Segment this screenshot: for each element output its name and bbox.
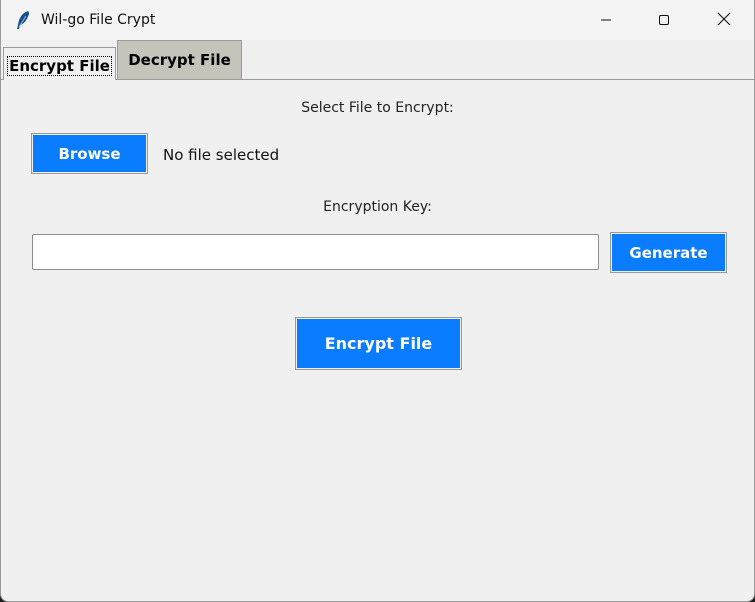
encryption-key-label: Encryption Key: bbox=[323, 199, 432, 215]
maximize-button[interactable] bbox=[635, 0, 693, 40]
close-icon bbox=[717, 11, 731, 30]
minimize-icon bbox=[600, 11, 612, 30]
close-button[interactable] bbox=[695, 0, 753, 40]
file-status-text: No file selected bbox=[163, 146, 280, 164]
browse-button[interactable]: Browse bbox=[31, 133, 148, 174]
minimize-button[interactable] bbox=[577, 0, 635, 40]
encrypt-file-button[interactable]: Encrypt File bbox=[295, 317, 462, 370]
title-bar[interactable]: Wil-go File Crypt bbox=[1, 0, 754, 40]
tab-label: Decrypt File bbox=[128, 51, 231, 69]
tab-decrypt-file[interactable]: Decrypt File bbox=[117, 40, 242, 79]
feather-icon bbox=[15, 10, 31, 30]
maximize-icon bbox=[658, 11, 670, 30]
tab-bar: Encrypt File Decrypt File bbox=[1, 40, 754, 80]
generate-key-button[interactable]: Generate bbox=[610, 232, 727, 273]
window-title: Wil-go File Crypt bbox=[41, 12, 156, 28]
app-window: Wil-go File Crypt Encrypt File Decrypt F… bbox=[0, 0, 755, 602]
tab-encrypt-file[interactable]: Encrypt File bbox=[3, 47, 116, 80]
select-file-label: Select File to Encrypt: bbox=[301, 100, 454, 116]
encryption-key-input[interactable] bbox=[32, 234, 599, 270]
tab-label: Encrypt File bbox=[7, 56, 112, 76]
